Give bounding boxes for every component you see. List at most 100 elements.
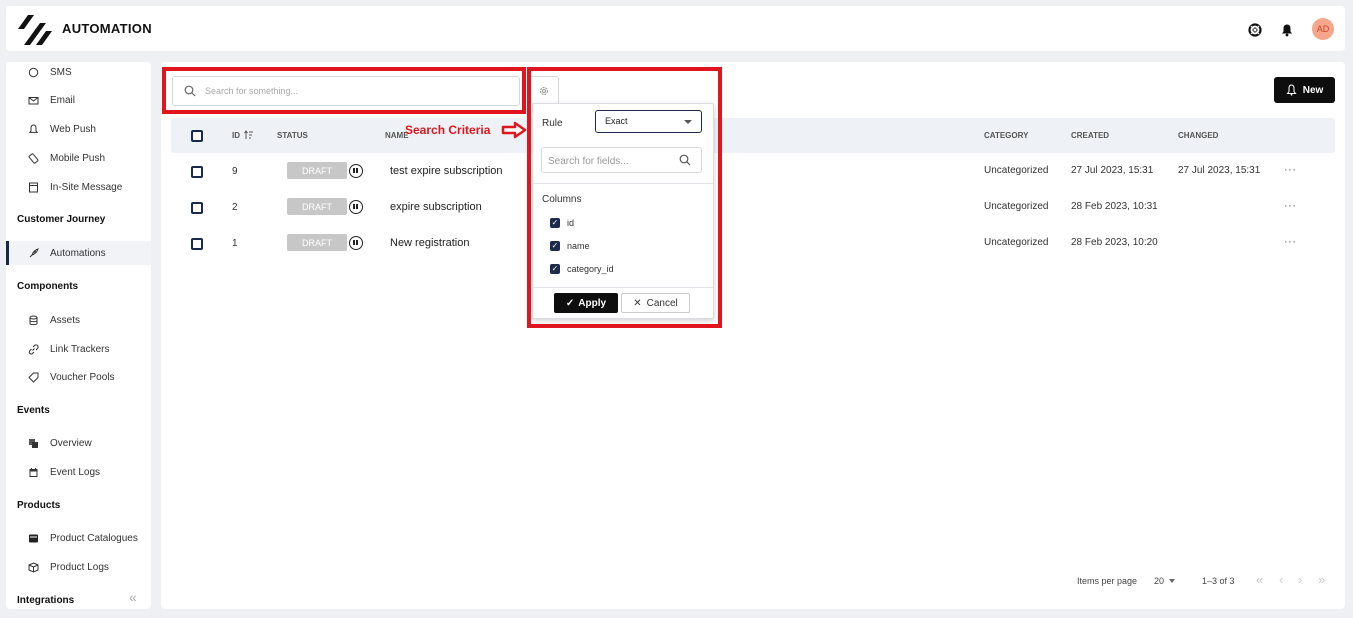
row-name[interactable]: test expire subscription [390,165,503,177]
pause-icon[interactable] [349,236,363,250]
row-category: Uncategorized [984,165,1049,176]
new-automation-button[interactable]: New [1274,77,1335,103]
sidebar-item-label: SMS [50,66,72,78]
sidebar-item-sms[interactable]: SMS [6,62,151,84]
column-header-id[interactable]: ID [232,131,240,140]
sort-icon[interactable] [244,130,254,140]
app-title: AUTOMATION [62,21,152,36]
sidebar-item-automations[interactable]: Automations [6,241,151,265]
prev-page-icon[interactable]: ‹ [1279,572,1283,587]
row-more-menu[interactable]: ··· [1284,200,1297,212]
row-name[interactable]: New registration [390,237,469,249]
sidebar-item-label: Event Logs [50,466,101,478]
sidebar-item-product-logs[interactable]: Product Logs [6,555,151,579]
status-badge: DRAFT [287,234,347,251]
sidebar-item-web-push[interactable]: Web Push [6,117,151,141]
sidebar-item-voucher-pools[interactable]: Voucher Pools [6,365,151,389]
section-customer-journey: Customer Journey [17,214,106,225]
column-header-created[interactable]: CREATED [1071,131,1109,140]
page-range: 1–3 of 3 [1202,576,1235,586]
status-badge: DRAFT [287,198,347,215]
annotation-label: Search Criteria [405,123,491,137]
select-all-checkbox[interactable] [191,130,203,142]
items-per-page-label: Items per page [1077,576,1138,586]
column-header-status[interactable]: STATUS [277,131,308,140]
help-lifebuoy-icon[interactable] [1248,23,1262,37]
box-icon [28,561,39,573]
section-events: Events [17,405,50,416]
catalogue-icon [29,534,38,542]
row-created: 27 Jul 2023, 15:31 [1071,165,1154,176]
notification-bell-icon[interactable] [1280,23,1294,37]
row-id: 2 [232,202,238,213]
chat-bubble-icon [28,67,39,77]
sidebar-item-label: Email [50,94,76,106]
arrow-right-icon [501,121,527,139]
chevron-down-icon[interactable] [1169,579,1175,583]
annotation-popover-highlight [527,67,722,328]
database-icon [29,315,38,325]
sidebar-item-in-site-message[interactable]: In-Site Message [6,175,151,199]
pause-icon[interactable] [349,200,363,214]
status-badge: DRAFT [287,162,347,179]
calendar-icon [29,467,38,477]
table-header [171,118,1335,153]
sidebar-item-product-catalogues[interactable]: Product Catalogues [6,526,151,550]
sidebar-item-label: Link Trackers [50,343,110,355]
column-header-changed[interactable]: CHANGED [1178,131,1218,140]
sidebar-item-label: Voucher Pools [50,371,115,383]
sidebar-item-link-trackers[interactable]: Link Trackers [6,337,151,361]
sidebar-item-email[interactable]: Email [6,88,151,112]
sidebar: SMS Email Web Push Mobile Push In-Site M… [6,62,151,609]
user-avatar[interactable]: AD [1312,18,1334,40]
row-name[interactable]: expire subscription [390,201,482,213]
sidebar-item-label: Mobile Push [50,152,106,164]
row-changed: 27 Jul 2023, 15:31 [1178,165,1261,176]
bell-outline-icon [28,123,39,133]
column-header-category[interactable]: CATEGORY [984,131,1028,140]
row-id: 9 [232,166,238,177]
mobile-push-icon [28,152,39,164]
sidebar-item-assets[interactable]: Assets [6,308,151,332]
row-created: 28 Feb 2023, 10:20 [1071,237,1158,248]
sidebar-item-event-logs[interactable]: Event Logs [6,460,151,484]
row-more-menu[interactable]: ··· [1284,164,1297,176]
sidebar-item-mobile-push[interactable]: Mobile Push [6,146,151,170]
sidebar-item-label: Product Logs [50,561,109,573]
section-integrations: Integrations [17,595,75,606]
overview-icon [29,438,38,448]
collapse-sidebar-icon[interactable]: « [129,589,137,605]
row-category: Uncategorized [984,237,1049,248]
section-components: Components [17,281,79,292]
annotation-search-box-highlight [162,67,526,114]
row-more-menu[interactable]: ··· [1284,236,1297,248]
top-header: AUTOMATION AD [6,6,1345,51]
row-created: 28 Feb 2023, 10:31 [1071,201,1158,212]
pause-icon[interactable] [349,164,363,178]
tag-icon [28,372,39,383]
row-checkbox[interactable] [191,238,203,250]
sidebar-item-label: Web Push [50,123,96,135]
next-page-icon[interactable]: › [1298,572,1302,587]
sidebar-item-overview[interactable]: Overview [6,431,151,455]
sidebar-item-label: In-Site Message [50,181,123,193]
new-button-label: New [1302,84,1324,96]
row-checkbox[interactable] [191,202,203,214]
sidebar-item-label: Overview [50,437,92,449]
row-category: Uncategorized [984,201,1049,212]
rocket-icon [29,247,39,257]
page-size-select[interactable]: 20 [1154,576,1164,586]
brand-logo[interactable] [18,15,52,45]
mail-icon [28,96,39,104]
link-icon [28,343,39,355]
row-id: 1 [232,238,238,249]
sidebar-item-label: Assets [50,314,81,326]
window-icon [29,182,38,192]
sidebar-item-label: Product Catalogues [50,532,138,544]
first-page-icon[interactable]: « [1256,572,1263,587]
bell-outline-icon [1286,84,1297,96]
row-checkbox[interactable] [191,166,203,178]
sidebar-item-label: Automations [50,247,106,259]
section-products: Products [17,500,61,511]
last-page-icon[interactable]: » [1318,572,1325,587]
